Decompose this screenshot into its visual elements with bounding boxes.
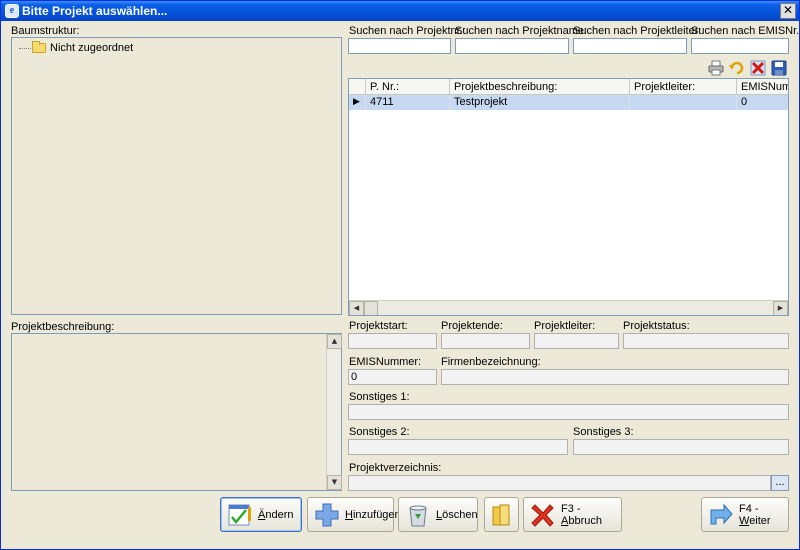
firma-field[interactable]	[441, 369, 789, 385]
status-label: Projektstatus:	[623, 320, 690, 332]
scroll-down-icon[interactable]: ▼	[327, 475, 342, 490]
cell-nr[interactable]: 4711	[366, 95, 450, 110]
loeschen-button[interactable]: Löschen	[398, 497, 478, 532]
table-header-leiter[interactable]: Projektleiter:	[630, 79, 737, 95]
close-button[interactable]: ✕	[780, 3, 796, 19]
table-header-beschreibung[interactable]: Projektbeschreibung:	[450, 79, 630, 95]
sonstiges3-field[interactable]	[573, 439, 789, 455]
search-leiter-label: Suchen nach Projektleiter:	[573, 25, 702, 37]
table-header-emis[interactable]: EMISNumm	[737, 79, 788, 95]
table-horizontal-scrollbar[interactable]: ◀ ▶	[349, 300, 788, 315]
weiter-label: F4 - Weiter	[739, 502, 771, 527]
edit-icon	[228, 504, 251, 525]
verzeichnis-label: Projektverzeichnis:	[349, 462, 442, 474]
search-emis-label: Suchen nach EMISNr.:	[691, 25, 800, 37]
start-field[interactable]	[348, 333, 437, 349]
window-title: Bitte Projekt auswählen...	[22, 4, 168, 18]
tree-node-label: Nicht zugeordnet	[50, 42, 134, 54]
search-name-label: Suchen nach Projektname:	[455, 25, 588, 37]
undo-icon[interactable]	[728, 60, 744, 76]
scroll-right-icon[interactable]: ▶	[773, 301, 788, 315]
sonstiges2-label: Sonstiges 2:	[349, 426, 410, 438]
tree-label: Baumstruktur:	[11, 25, 80, 37]
app-icon: e	[5, 4, 19, 18]
scroll-left-icon[interactable]: ◀	[349, 301, 364, 315]
add-icon	[315, 503, 339, 526]
start-label: Projektstart:	[349, 320, 408, 332]
project-table[interactable]: P. Nr.: Projektbeschreibung: Projektleit…	[348, 78, 789, 316]
browse-button[interactable]: ...	[771, 475, 789, 491]
search-name-input[interactable]	[455, 38, 569, 54]
search-emis-input[interactable]	[691, 38, 789, 54]
sonstiges2-field[interactable]	[348, 439, 568, 455]
folder-button[interactable]	[484, 497, 519, 532]
cell-leiter[interactable]	[630, 95, 737, 110]
folder-icon	[32, 41, 46, 53]
ende-label: Projektende:	[441, 320, 503, 332]
weiter-button[interactable]: F4 - Weiter	[701, 497, 789, 532]
hinzufuegen-label: Hinzufügen	[345, 508, 401, 521]
recycle-bin-icon	[409, 505, 427, 526]
cancel-icon	[531, 503, 554, 527]
save-icon[interactable]	[771, 60, 787, 76]
emis-label: EMISNummer:	[349, 356, 422, 368]
printer-icon[interactable]	[708, 60, 724, 76]
row-indicator: ▶	[349, 95, 366, 110]
sonstiges3-label: Sonstiges 3:	[573, 426, 634, 438]
abbruch-label: F3 - Abbruch	[561, 502, 602, 527]
aendern-label: Ändern	[258, 508, 294, 521]
verzeichnis-field[interactable]	[348, 475, 771, 491]
scroll-up-icon[interactable]: ▲	[327, 334, 342, 349]
search-nr-label: Suchen nach Projektnr.:	[349, 25, 466, 37]
scroll-thumb[interactable]	[364, 301, 378, 315]
aendern-button[interactable]: Ändern	[220, 497, 302, 532]
abbruch-button[interactable]: F3 - Abbruch	[523, 497, 622, 532]
description-scrollbar[interactable]: ▲ ▼	[326, 334, 342, 490]
tree-connector	[19, 47, 31, 49]
emis-field[interactable]: 0	[348, 369, 437, 385]
search-leiter-input[interactable]	[573, 38, 687, 54]
folder-icon	[492, 504, 510, 525]
leiter-label: Projektleiter:	[534, 320, 596, 332]
title-bar[interactable]: e Bitte Projekt auswählen... ✕	[1, 1, 799, 21]
ende-field[interactable]	[441, 333, 530, 349]
table-header-indicator	[349, 79, 366, 95]
project-tree[interactable]: Nicht zugeordnet	[11, 37, 342, 315]
hinzufuegen-button[interactable]: Hinzufügen	[307, 497, 401, 532]
status-field[interactable]	[623, 333, 789, 349]
tree-node-unassigned[interactable]: Nicht zugeordnet	[19, 41, 134, 54]
description-label: Projektbeschreibung:	[11, 321, 115, 333]
dialog-window: e Bitte Projekt auswählen... ✕ Baumstruk…	[0, 0, 800, 550]
delete-icon[interactable]	[750, 60, 766, 76]
loeschen-label: Löschen	[436, 508, 478, 521]
cell-emis[interactable]: 0	[737, 95, 788, 110]
cell-beschreibung[interactable]: Testprojekt	[450, 95, 630, 110]
table-header-nr[interactable]: P. Nr.:	[366, 79, 450, 95]
leiter-field[interactable]	[534, 333, 619, 349]
forward-icon	[710, 503, 733, 524]
description-textarea[interactable]: ▲ ▼	[11, 333, 342, 491]
sonstiges1-label: Sonstiges 1:	[349, 391, 410, 403]
search-nr-input[interactable]	[348, 38, 451, 54]
firma-label: Firmenbezeichnung:	[441, 356, 541, 368]
sonstiges1-field[interactable]	[348, 404, 789, 420]
